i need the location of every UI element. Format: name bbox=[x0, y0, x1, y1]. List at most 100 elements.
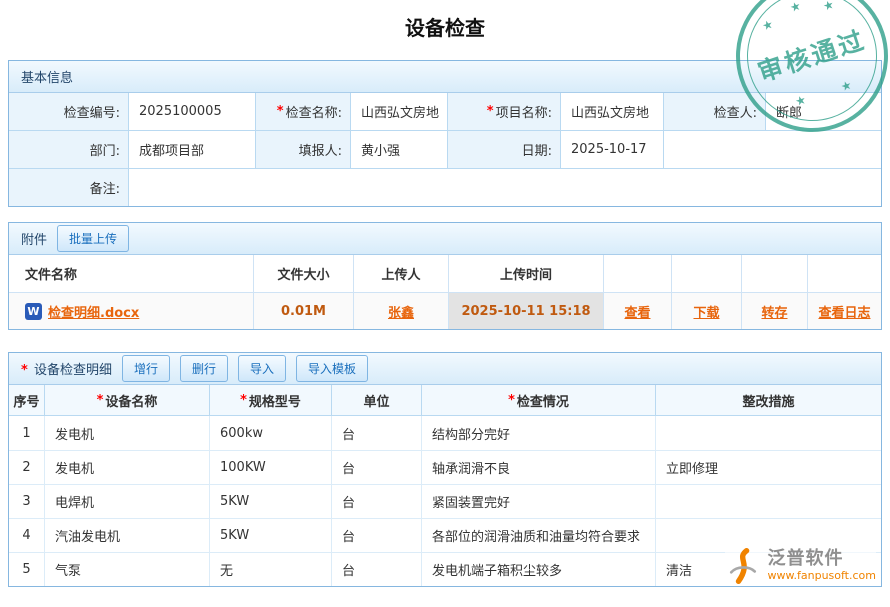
field-value-inspector: 断郎 bbox=[766, 93, 881, 130]
required-marker: * bbox=[277, 104, 284, 119]
cell-seq: 4 bbox=[9, 519, 45, 552]
attachments-section-header: 附件 批量上传 bbox=[9, 223, 881, 255]
cell-seq: 2 bbox=[9, 451, 45, 484]
column-header-spacer bbox=[742, 255, 808, 292]
field-value-remark bbox=[129, 169, 881, 206]
detail-section-header: * 设备检查明细 增行 删行 导入 导入模板 bbox=[9, 353, 881, 385]
cell-seq: 3 bbox=[9, 485, 45, 518]
add-row-button[interactable]: 增行 bbox=[122, 355, 170, 382]
attachments-title: 附件 bbox=[21, 229, 47, 248]
basic-info-section-header: 基本信息 bbox=[9, 61, 881, 93]
download-link[interactable]: 下载 bbox=[693, 302, 719, 321]
column-header-spacer bbox=[672, 255, 742, 292]
attachment-action-cell: 查看日志 bbox=[808, 293, 881, 329]
attachment-uploader: 张鑫 bbox=[354, 293, 449, 329]
basic-info-title: 基本信息 bbox=[21, 67, 73, 86]
cell-action[interactable] bbox=[656, 416, 881, 450]
field-label-reporter: 填报人: bbox=[256, 131, 351, 168]
attachment-row: W 检查明细.docx 0.01M 张鑫 2025-10-11 15:18 查看… bbox=[9, 292, 881, 329]
field-label-remark: 备注: bbox=[9, 169, 129, 206]
field-label-department: 部门: bbox=[9, 131, 129, 168]
basic-info-row-2: 部门: 成都项目部 填报人: 黄小强 日期: 2025-10-17 bbox=[9, 130, 881, 168]
cell-seq: 5 bbox=[9, 553, 45, 586]
attachment-file-link[interactable]: 检查明细.docx bbox=[48, 302, 139, 321]
brand-name: 泛普软件 bbox=[768, 549, 876, 570]
vendor-logo: 泛普软件 www.fanpusoft.com bbox=[725, 548, 876, 584]
import-template-button[interactable]: 导入模板 bbox=[296, 355, 368, 382]
cell-condition[interactable]: 结构部分完好 bbox=[422, 416, 656, 450]
cell-model[interactable]: 600kw bbox=[210, 416, 332, 450]
column-header-file-size: 文件大小 bbox=[254, 255, 354, 292]
batch-upload-button[interactable]: 批量上传 bbox=[57, 225, 129, 252]
page-title: 设备检查 bbox=[0, 0, 890, 41]
column-header-spacer bbox=[604, 255, 672, 292]
field-label-project-name: * 项目名称: bbox=[448, 93, 561, 130]
view-link[interactable]: 查看 bbox=[624, 302, 650, 321]
required-marker: * bbox=[487, 104, 494, 119]
field-value-inspection-name: 山西弘文房地 bbox=[351, 93, 448, 130]
cell-device[interactable]: 发电机 bbox=[45, 451, 210, 484]
cell-unit[interactable]: 台 bbox=[332, 451, 422, 484]
column-header-condition: * 检查情况 bbox=[422, 385, 656, 415]
required-marker: * bbox=[508, 393, 515, 408]
cell-model[interactable]: 5KW bbox=[210, 485, 332, 518]
table-row: 2 发电机 100KW 台 轴承润滑不良 立即修理 bbox=[9, 450, 881, 484]
cell-condition[interactable]: 紧固装置完好 bbox=[422, 485, 656, 518]
detail-table-header: 序号 * 设备名称 * 规格型号 单位 * 检查情况 整改措施 bbox=[9, 385, 881, 416]
field-label-date: 日期: bbox=[448, 131, 561, 168]
delete-row-button[interactable]: 删行 bbox=[180, 355, 228, 382]
attachment-action-cell: 转存 bbox=[742, 293, 808, 329]
cell-model[interactable]: 100KW bbox=[210, 451, 332, 484]
field-label-inspection-no: 检查编号: bbox=[9, 93, 129, 130]
required-marker: * bbox=[21, 363, 28, 378]
cell-condition[interactable]: 轴承润滑不良 bbox=[422, 451, 656, 484]
cell-device[interactable]: 电焊机 bbox=[45, 485, 210, 518]
cell-condition[interactable]: 发电机端子箱积尘较多 bbox=[422, 553, 656, 586]
cell-device[interactable]: 汽油发电机 bbox=[45, 519, 210, 552]
cell-unit[interactable]: 台 bbox=[332, 416, 422, 450]
basic-info-row-1: 检查编号: 2025100005 * 检查名称: 山西弘文房地 * 项目名称: … bbox=[9, 93, 881, 130]
basic-info-row-3: 备注: bbox=[9, 168, 881, 206]
brand-text: 泛普软件 www.fanpusoft.com bbox=[768, 549, 876, 582]
field-value-reporter: 黄小强 bbox=[351, 131, 448, 168]
field-label-inspection-name: * 检查名称: bbox=[256, 93, 351, 130]
cell-condition[interactable]: 各部位的润滑油质和油量均符合要求 bbox=[422, 519, 656, 552]
field-value-department: 成都项目部 bbox=[129, 131, 256, 168]
table-row: 3 电焊机 5KW 台 紧固装置完好 bbox=[9, 484, 881, 518]
transfer-link[interactable]: 转存 bbox=[761, 302, 787, 321]
cell-device[interactable]: 发电机 bbox=[45, 416, 210, 450]
cell-device[interactable]: 气泵 bbox=[45, 553, 210, 586]
required-marker: * bbox=[240, 393, 247, 408]
field-value-inspection-no: 2025100005 bbox=[129, 93, 256, 130]
attachment-upload-time: 2025-10-11 15:18 bbox=[449, 293, 604, 329]
fanpu-logo-icon bbox=[725, 548, 761, 584]
cell-unit[interactable]: 台 bbox=[332, 519, 422, 552]
column-header-uploader: 上传人 bbox=[354, 255, 449, 292]
cell-unit[interactable]: 台 bbox=[332, 485, 422, 518]
uploader-link[interactable]: 张鑫 bbox=[388, 302, 414, 321]
view-log-link[interactable]: 查看日志 bbox=[818, 302, 870, 321]
required-marker: * bbox=[97, 393, 104, 408]
cell-model[interactable]: 无 bbox=[210, 553, 332, 586]
column-header-upload-time: 上传时间 bbox=[449, 255, 604, 292]
field-value-date: 2025-10-17 bbox=[561, 131, 664, 168]
cell-action[interactable]: 立即修理 bbox=[656, 451, 881, 484]
cell-unit[interactable]: 台 bbox=[332, 553, 422, 586]
column-header-spacer bbox=[808, 255, 881, 292]
import-button[interactable]: 导入 bbox=[238, 355, 286, 382]
cell-action[interactable] bbox=[656, 485, 881, 518]
table-row: 4 汽油发电机 5KW 台 各部位的润滑油质和油量均符合要求 bbox=[9, 518, 881, 552]
attachment-file-size: 0.01M bbox=[254, 293, 354, 329]
word-file-icon: W bbox=[25, 303, 42, 320]
attachment-action-cell: 下载 bbox=[672, 293, 742, 329]
empty-cell bbox=[664, 131, 881, 168]
field-label-inspector: 检查人: bbox=[664, 93, 766, 130]
attachment-action-cell: 查看 bbox=[604, 293, 672, 329]
attachment-file-cell: W 检查明细.docx bbox=[9, 293, 254, 329]
brand-url[interactable]: www.fanpusoft.com bbox=[768, 570, 876, 583]
cell-model[interactable]: 5KW bbox=[210, 519, 332, 552]
column-header-action: 整改措施 bbox=[656, 385, 881, 415]
cell-seq: 1 bbox=[9, 416, 45, 450]
column-header-unit: 单位 bbox=[332, 385, 422, 415]
table-row: 1 发电机 600kw 台 结构部分完好 bbox=[9, 416, 881, 450]
